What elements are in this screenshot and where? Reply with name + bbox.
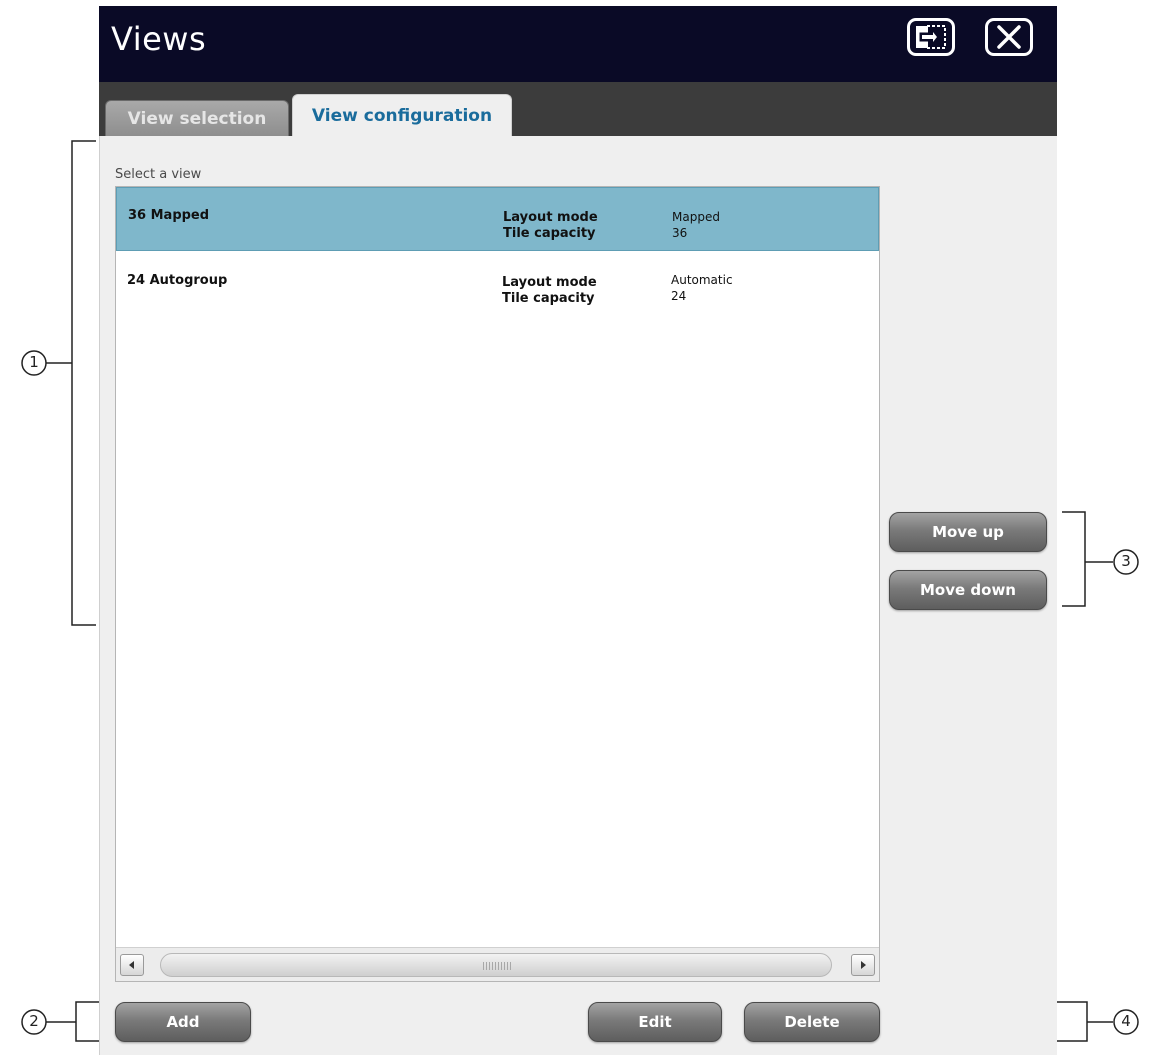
layout-mode-label: Layout mode: [503, 210, 598, 225]
edit-button[interactable]: Edit: [588, 1002, 722, 1042]
triangle-left-icon: [129, 961, 134, 969]
delete-button[interactable]: Delete: [744, 1002, 880, 1042]
callout-1-number: 1: [29, 353, 39, 371]
scroll-right-button[interactable]: [851, 954, 875, 976]
move-up-button[interactable]: Move up: [889, 512, 1047, 552]
exit-icon: [916, 25, 946, 49]
layout-mode-value: Mapped: [672, 210, 720, 224]
view-configuration-panel: Select a view 36 Mapped Layout mode Tile…: [99, 136, 1057, 1055]
close-button[interactable]: [985, 18, 1033, 56]
callout-2-number: 2: [29, 1012, 39, 1030]
tab-strip: View selection View configuration: [99, 82, 1057, 136]
scroll-left-button[interactable]: [120, 954, 144, 976]
exit-button[interactable]: [907, 18, 955, 56]
tab-view-configuration[interactable]: View configuration: [292, 94, 512, 136]
view-name: 24 Autogroup: [127, 273, 228, 288]
scrollbar-grip: [483, 962, 513, 970]
layout-mode-label: Layout mode: [502, 275, 597, 290]
views-listbox[interactable]: 36 Mapped Layout mode Tile capacity Mapp…: [115, 186, 880, 982]
callout-3-number: 3: [1121, 552, 1131, 570]
select-view-label: Select a view: [115, 167, 202, 182]
move-down-button[interactable]: Move down: [889, 570, 1047, 610]
horizontal-scrollbar[interactable]: [116, 947, 879, 981]
list-item[interactable]: 24 Autogroup Layout mode Tile capacity A…: [116, 251, 879, 315]
title-bar: Views: [99, 6, 1057, 82]
view-name: 36 Mapped: [128, 208, 210, 223]
list-item[interactable]: 36 Mapped Layout mode Tile capacity Mapp…: [116, 187, 879, 251]
add-button[interactable]: Add: [115, 1002, 251, 1042]
callout-4-number: 4: [1121, 1012, 1131, 1030]
window-title: Views: [111, 20, 207, 58]
tile-capacity-value: 24: [671, 289, 687, 303]
scrollbar-thumb[interactable]: [160, 953, 832, 977]
tab-view-selection[interactable]: View selection: [105, 100, 289, 136]
close-icon: [997, 25, 1021, 49]
layout-mode-value: Automatic: [671, 273, 733, 287]
tile-capacity-label: Tile capacity: [502, 291, 595, 306]
views-dialog: Views View selection View configuration …: [99, 6, 1057, 1055]
tile-capacity-value: 36: [672, 226, 688, 240]
triangle-right-icon: [861, 961, 866, 969]
tile-capacity-label: Tile capacity: [503, 226, 596, 241]
